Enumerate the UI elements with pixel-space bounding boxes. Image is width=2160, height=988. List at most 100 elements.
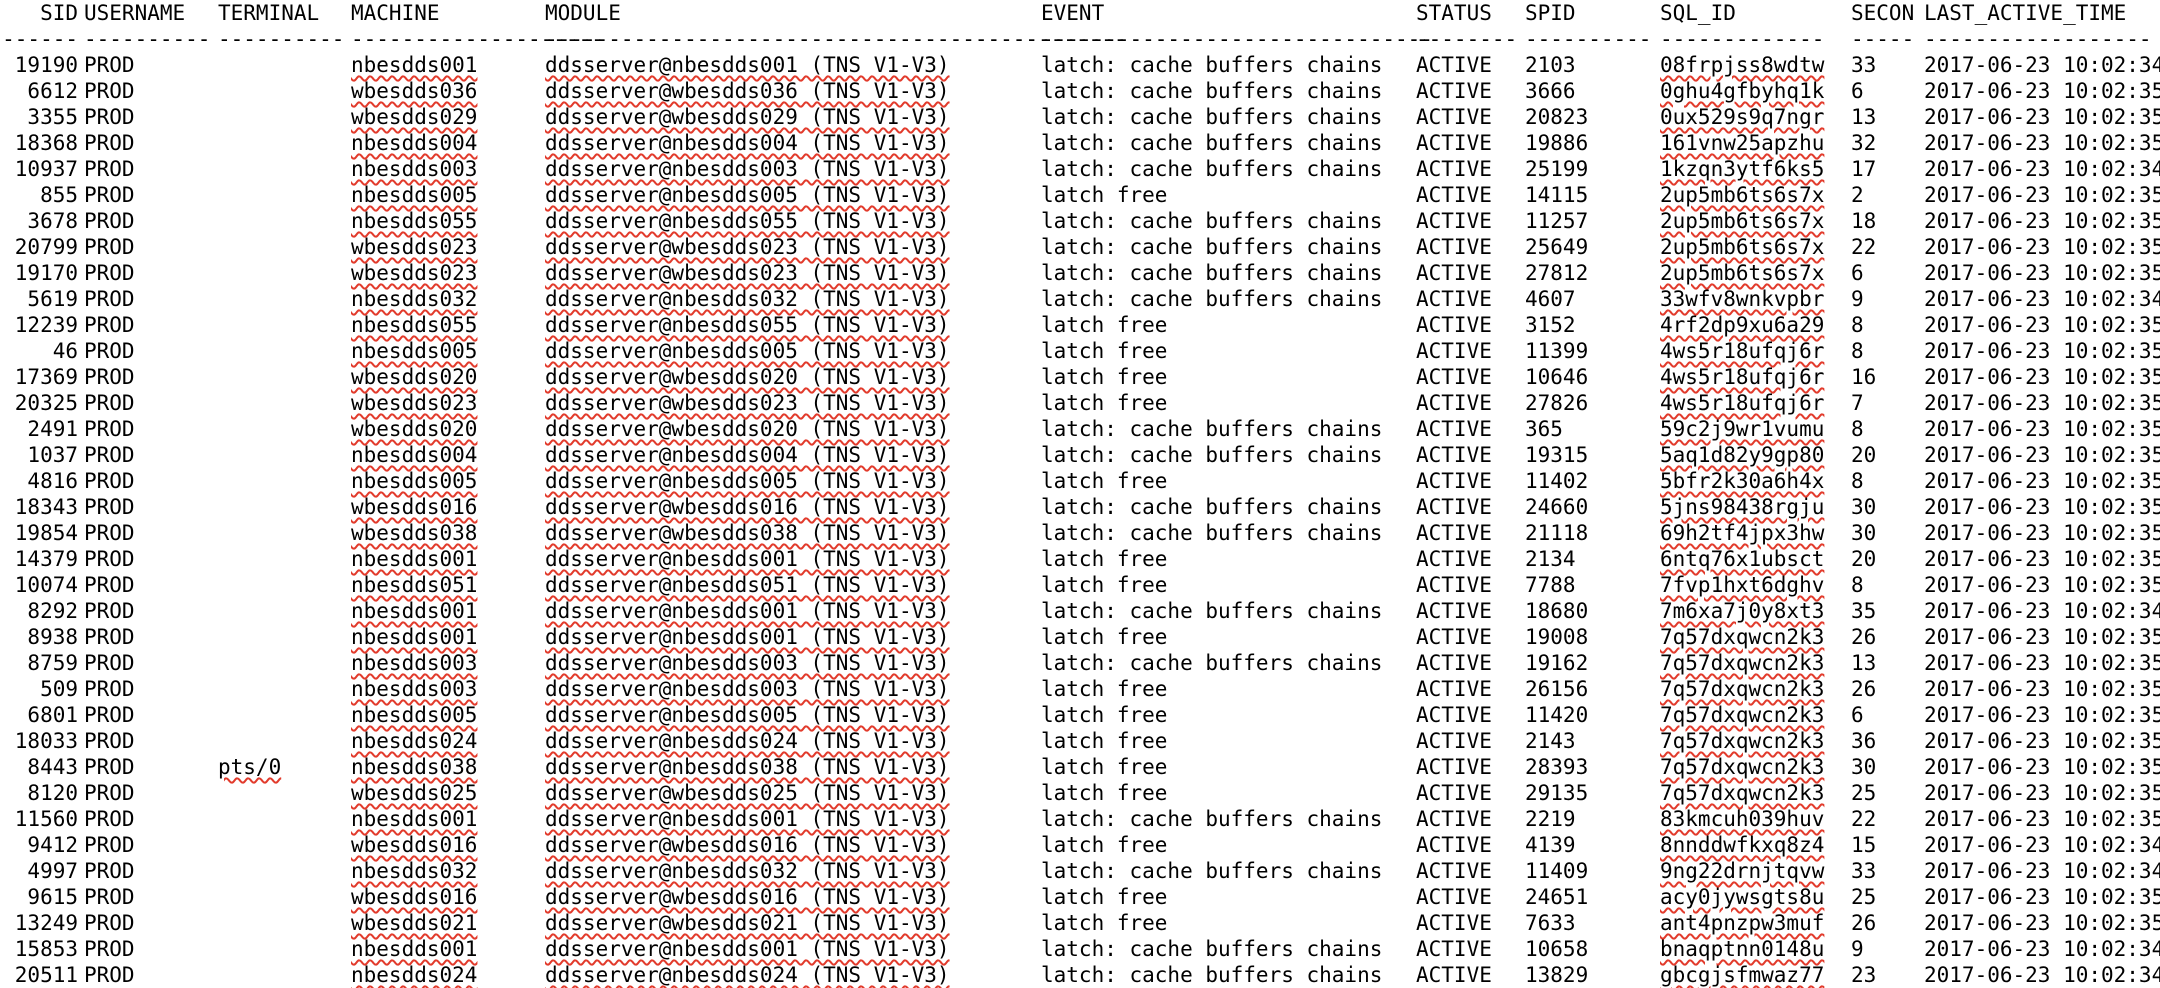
cell-username: PROD [84,702,135,728]
cell-sid-text: 8443 [27,755,78,779]
cell-username-text: PROD [84,521,135,545]
cell-sid: 18368 [0,130,78,156]
cell-status-text: ACTIVE [1416,209,1492,233]
cell-machine-text: nbesdds001 [351,547,478,571]
cell-sid-text: 19190 [14,53,78,77]
cell-sid: 19170 [0,260,78,286]
cell-secon: 13 [1851,650,1876,676]
cell-event-text: latch: cache buffers chains [1041,807,1383,831]
cell-status: ACTIVE [1416,52,1492,78]
cell-secon-text: 25 [1851,781,1877,805]
header-sql-id: SQL_ID [1660,1,1736,25]
table-row: 15853 PROD nbesdds001 ddsserver@nbesdds001 … [0,936,2160,962]
table-row: 20511 PROD nbesdds024 ddsserver@nbesdds024 … [0,962,2160,988]
cell-last-active-time: 2017-06-23 10:02:35 [1924,520,2160,546]
cell-sid: 19190 [0,52,78,78]
cell-sid: 6612 [0,78,78,104]
cell-last-active-time-text: 2017-06-23 10:02:34 [1924,963,2160,987]
cell-sql-id-text: 7q57dxqwcn2k3 [1660,703,1825,727]
header-secon: SECON [1851,1,1915,25]
cell-sid-text: 509 [40,677,78,701]
cell-event-text: latch: cache buffers chains [1041,105,1383,129]
cell-module: ddsserver@wbesdds029 (TNS V1-V3) [545,104,950,130]
cell-sql-id: 7m6xa7j0y8xt3 [1660,598,1824,624]
cell-secon-text: 22 [1851,807,1877,831]
cell-status: ACTIVE [1416,780,1492,806]
cell-status: ACTIVE [1416,156,1492,182]
cell-secon-text: 26 [1851,677,1877,701]
cell-secon: 20 [1851,546,1876,572]
cell-sid: 509 [0,676,78,702]
cell-machine: nbesdds051 [351,572,477,598]
cell-secon: 26 [1851,676,1876,702]
cell-sid: 20511 [0,962,78,988]
separator-status: -------- [1416,27,1518,51]
table-row: 1037 PROD nbesdds004 ddsserver@nbesdds004 (… [0,442,2160,468]
cell-machine: nbesdds038 [351,754,477,780]
cell-machine-text: nbesdds038 [351,755,478,779]
cell-sql-id-text: ant4pnzpw3muf [1660,911,1825,935]
cell-status-text: ACTIVE [1416,235,1492,259]
cell-machine-text: nbesdds001 [351,625,478,649]
cell-spid: 20823 [1525,104,1588,130]
cell-event: latch free [1041,884,1167,910]
cell-spid: 10646 [1525,364,1588,390]
cell-username: PROD [84,598,135,624]
cell-last-active-time-text: 2017-06-23 10:02:35 [1924,885,2160,909]
cell-sid: 14379 [0,546,78,572]
cell-spid-text: 28393 [1525,755,1589,779]
table-row: 18343 PROD wbesdds016 ddsserver@wbesdds016 … [0,494,2160,520]
cell-status-text: ACTIVE [1416,885,1492,909]
cell-sid-text: 4997 [27,859,78,883]
cell-module-text: ddsserver@nbesdds038 (TNS V1-V3) [545,755,950,779]
cell-machine-text: wbesdds016 [351,885,478,909]
cell-status: ACTIVE [1416,650,1492,676]
cell-module: ddsserver@nbesdds001 (TNS V1-V3) [545,598,950,624]
cell-last-active-time-text: 2017-06-23 10:02:35 [1924,183,2160,207]
cell-spid-text: 19162 [1525,651,1589,675]
cell-module: ddsserver@wbesdds023 (TNS V1-V3) [545,260,950,286]
cell-last-active-time: 2017-06-23 10:02:35 [1924,312,2160,338]
cell-sql-id: 7fvp1hxt6dghv [1660,572,1824,598]
cell-spid-text: 24660 [1525,495,1589,519]
cell-machine: nbesdds005 [351,182,477,208]
cell-spid-text: 11399 [1525,339,1589,363]
cell-sql-id: 5jns98438rgju [1660,494,1824,520]
cell-sql-id: 2up5mb6ts6s7x [1660,182,1824,208]
cell-event: latch free [1041,390,1167,416]
cell-username-text: PROD [84,53,135,77]
cell-sql-id-text: 7fvp1hxt6dghv [1660,573,1825,597]
cell-sql-id-text: 33wfv8wnkvpbr [1660,287,1825,311]
cell-module-text: ddsserver@nbesdds032 (TNS V1-V3) [545,287,950,311]
result-rows: 19190 PROD nbesdds001 ddsserver@nbesdds001 … [0,52,2160,988]
cell-spid: 29135 [1525,780,1588,806]
cell-username-text: PROD [84,469,135,493]
cell-event: latch: cache buffers chains [1041,858,1382,884]
cell-event-text: latch: cache buffers chains [1041,209,1383,233]
cell-module: ddsserver@nbesdds001 (TNS V1-V3) [545,806,950,832]
cell-username: PROD [84,182,135,208]
cell-last-active-time: 2017-06-23 10:02:35 [1924,910,2160,936]
cell-event-text: latch: cache buffers chains [1041,859,1383,883]
cell-secon-text: 33 [1851,859,1877,883]
cell-event: latch free [1041,182,1167,208]
cell-last-active-time-text: 2017-06-23 10:02:35 [1924,443,2160,467]
cell-sql-id: ant4pnzpw3muf [1660,910,1824,936]
cell-status-text: ACTIVE [1416,547,1492,571]
cell-sid: 8938 [0,624,78,650]
cell-secon-text: 16 [1851,365,1877,389]
cell-spid-text: 18680 [1525,599,1589,623]
cell-secon: 6 [1851,78,1864,104]
cell-module: ddsserver@nbesdds001 (TNS V1-V3) [545,546,950,572]
cell-status-text: ACTIVE [1416,417,1492,441]
cell-secon: 26 [1851,910,1876,936]
cell-event-text: latch free [1041,573,1168,597]
cell-spid-text: 27826 [1525,391,1589,415]
cell-sql-id-text: 7q57dxqwcn2k3 [1660,651,1825,675]
cell-event-text: latch: cache buffers chains [1041,53,1383,77]
cell-machine: nbesdds001 [351,936,477,962]
cell-status: ACTIVE [1416,910,1492,936]
cell-username-text: PROD [84,417,135,441]
cell-status-text: ACTIVE [1416,677,1492,701]
cell-event: latch: cache buffers chains [1041,286,1382,312]
